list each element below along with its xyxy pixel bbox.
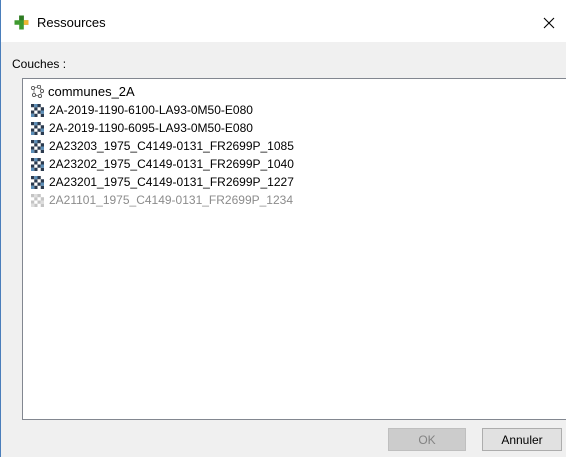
list-item-raster-layer[interactable]: 2A-2019-1190-6095-LA93-0M50-E080 [31,120,253,136]
vector-layer-icon [31,84,44,98]
close-button[interactable] [532,8,566,38]
cancel-button[interactable]: Annuler [482,428,562,451]
layer-name: 2A23202_1975_C4149-0131_FR2699P_1040 [49,157,294,171]
list-item-raster-layer-disabled[interactable]: 2A21101_1975_C4149-0131_FR2699P_1234 [31,192,293,208]
raster-layer-icon [31,157,44,171]
window-border-accent [0,0,1,457]
raster-layer-icon [31,139,44,153]
list-item-vector-layer[interactable]: communes_2A [31,83,135,99]
title-bar[interactable]: Ressources [1,0,566,42]
layer-name: 2A-2019-1190-6095-LA93-0M50-E080 [49,121,253,135]
list-item-raster-layer[interactable]: 2A23203_1975_C4149-0131_FR2699P_1085 [31,138,294,154]
qgis-plus-icon [14,15,29,30]
layer-name: 2A23201_1975_C4149-0131_FR2699P_1227 [49,175,294,189]
close-icon [543,17,555,29]
list-item-raster-layer[interactable]: 2A-2019-1190-6100-LA93-0M50-E080 [31,102,253,118]
layer-name: 2A21101_1975_C4149-0131_FR2699P_1234 [49,193,293,207]
raster-layer-icon [31,175,44,189]
window-title: Ressources [37,15,106,30]
layer-list[interactable]: communes_2A 2A-2019-1190-6100-LA93-0M50-… [22,78,566,420]
raster-layer-icon [31,121,44,135]
layer-name: communes_2A [48,83,135,99]
resources-dialog: Ressources Couches : communes_2A 2A-2019… [0,0,566,457]
raster-layer-icon [31,193,44,207]
layer-name: 2A-2019-1190-6100-LA93-0M50-E080 [49,103,253,117]
ok-button[interactable]: OK [388,428,466,451]
layers-label: Couches : [12,57,67,71]
raster-layer-icon [31,103,44,117]
list-item-raster-layer[interactable]: 2A23202_1975_C4149-0131_FR2699P_1040 [31,156,294,172]
layer-name: 2A23203_1975_C4149-0131_FR2699P_1085 [49,139,294,153]
list-item-raster-layer[interactable]: 2A23201_1975_C4149-0131_FR2699P_1227 [31,174,294,190]
